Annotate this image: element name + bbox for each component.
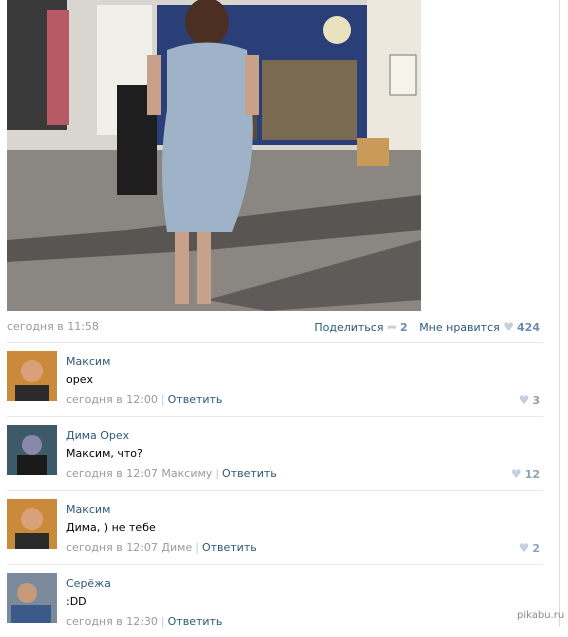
post-photo[interactable] bbox=[7, 0, 421, 311]
comment-like-button[interactable]: ♥ 12 bbox=[511, 467, 540, 481]
reply-button[interactable]: Ответить bbox=[168, 615, 223, 628]
comment-meta: сегодня в 12:00 | Ответить bbox=[66, 393, 222, 406]
comment-text: :DD bbox=[66, 595, 87, 608]
avatar-image bbox=[7, 425, 57, 475]
reply-button[interactable]: Ответить bbox=[222, 467, 277, 480]
share-label: Поделиться bbox=[314, 321, 384, 334]
comment: Серёжа :DD сегодня в 12:30 | Ответить bbox=[7, 565, 543, 637]
like-button[interactable]: Мне нравится ♥ 424 bbox=[419, 320, 540, 334]
comment-like-count: 3 bbox=[532, 394, 540, 407]
heart-icon: ♥ bbox=[510, 467, 522, 481]
comment: Дима Орех Максим, что? сегодня в 12:07 М… bbox=[7, 417, 543, 489]
watermark: pikabu.ru bbox=[517, 610, 565, 621]
reply-to[interactable]: Максиму bbox=[161, 467, 212, 480]
avatar-image bbox=[7, 499, 57, 549]
comment-like-count: 12 bbox=[524, 468, 540, 481]
comment-author[interactable]: Максим bbox=[66, 503, 110, 516]
separator: | bbox=[215, 467, 220, 480]
comment-author[interactable]: Максим bbox=[66, 355, 110, 368]
heart-icon: ♥ bbox=[503, 320, 515, 334]
comment-meta: сегодня в 12:07 Максиму | Ответить bbox=[66, 467, 277, 480]
heart-icon: ♥ bbox=[518, 393, 530, 407]
comment-meta: сегодня в 12:07 Диме | Ответить bbox=[66, 541, 257, 554]
post-actions: Поделиться ➦ 2 Мне нравится ♥ 424 bbox=[306, 320, 540, 334]
post-date[interactable]: сегодня в 11:58 bbox=[7, 320, 99, 333]
post-meta: сегодня в 11:58 Поделиться ➦ 2 Мне нравит… bbox=[7, 320, 540, 334]
reply-button[interactable]: Ответить bbox=[168, 393, 223, 406]
comment: Максим Дима, ) не тебе сегодня в 12:07 Д… bbox=[7, 491, 543, 563]
comment-author[interactable]: Дима Орех bbox=[66, 429, 129, 442]
comment-text: Максим, что? bbox=[66, 447, 143, 460]
separator: | bbox=[160, 615, 165, 628]
comment-meta: сегодня в 12:30 | Ответить bbox=[66, 615, 222, 628]
comment-like-button[interactable]: ♥ 3 bbox=[519, 393, 540, 407]
page-border bbox=[559, 0, 560, 627]
comment-time[interactable]: сегодня в 12:07 bbox=[66, 467, 158, 480]
comment-time[interactable]: сегодня в 12:00 bbox=[66, 393, 158, 406]
reply-button[interactable]: Ответить bbox=[202, 541, 257, 554]
like-count: 424 bbox=[517, 321, 540, 334]
avatar-image bbox=[7, 573, 57, 623]
comment-text: Дима, ) не тебе bbox=[66, 521, 156, 534]
heart-icon: ♥ bbox=[518, 541, 530, 555]
comment-time[interactable]: сегодня в 12:07 bbox=[66, 541, 158, 554]
avatar[interactable] bbox=[7, 499, 57, 549]
separator: | bbox=[195, 541, 199, 554]
avatar[interactable] bbox=[7, 573, 57, 623]
separator: | bbox=[160, 393, 165, 406]
share-button[interactable]: Поделиться ➦ 2 bbox=[314, 320, 407, 334]
comment-text: орех bbox=[66, 373, 93, 386]
comment: Максим орех сегодня в 12:00 | Ответить ♥ 3 bbox=[7, 343, 543, 415]
share-icon: ➦ bbox=[386, 320, 398, 334]
share-count: 2 bbox=[400, 321, 408, 334]
comment-author[interactable]: Серёжа bbox=[66, 577, 111, 590]
comment-time[interactable]: сегодня в 12:30 bbox=[66, 615, 158, 628]
avatar[interactable] bbox=[7, 425, 57, 475]
comment-like-count: 2 bbox=[532, 542, 540, 555]
comment-like-button[interactable]: ♥ 2 bbox=[519, 541, 540, 555]
reply-to[interactable]: Диме bbox=[161, 541, 192, 554]
street-photo bbox=[7, 0, 421, 311]
avatar-image bbox=[7, 351, 57, 401]
like-label: Мне нравится bbox=[419, 321, 500, 334]
avatar[interactable] bbox=[7, 351, 57, 401]
